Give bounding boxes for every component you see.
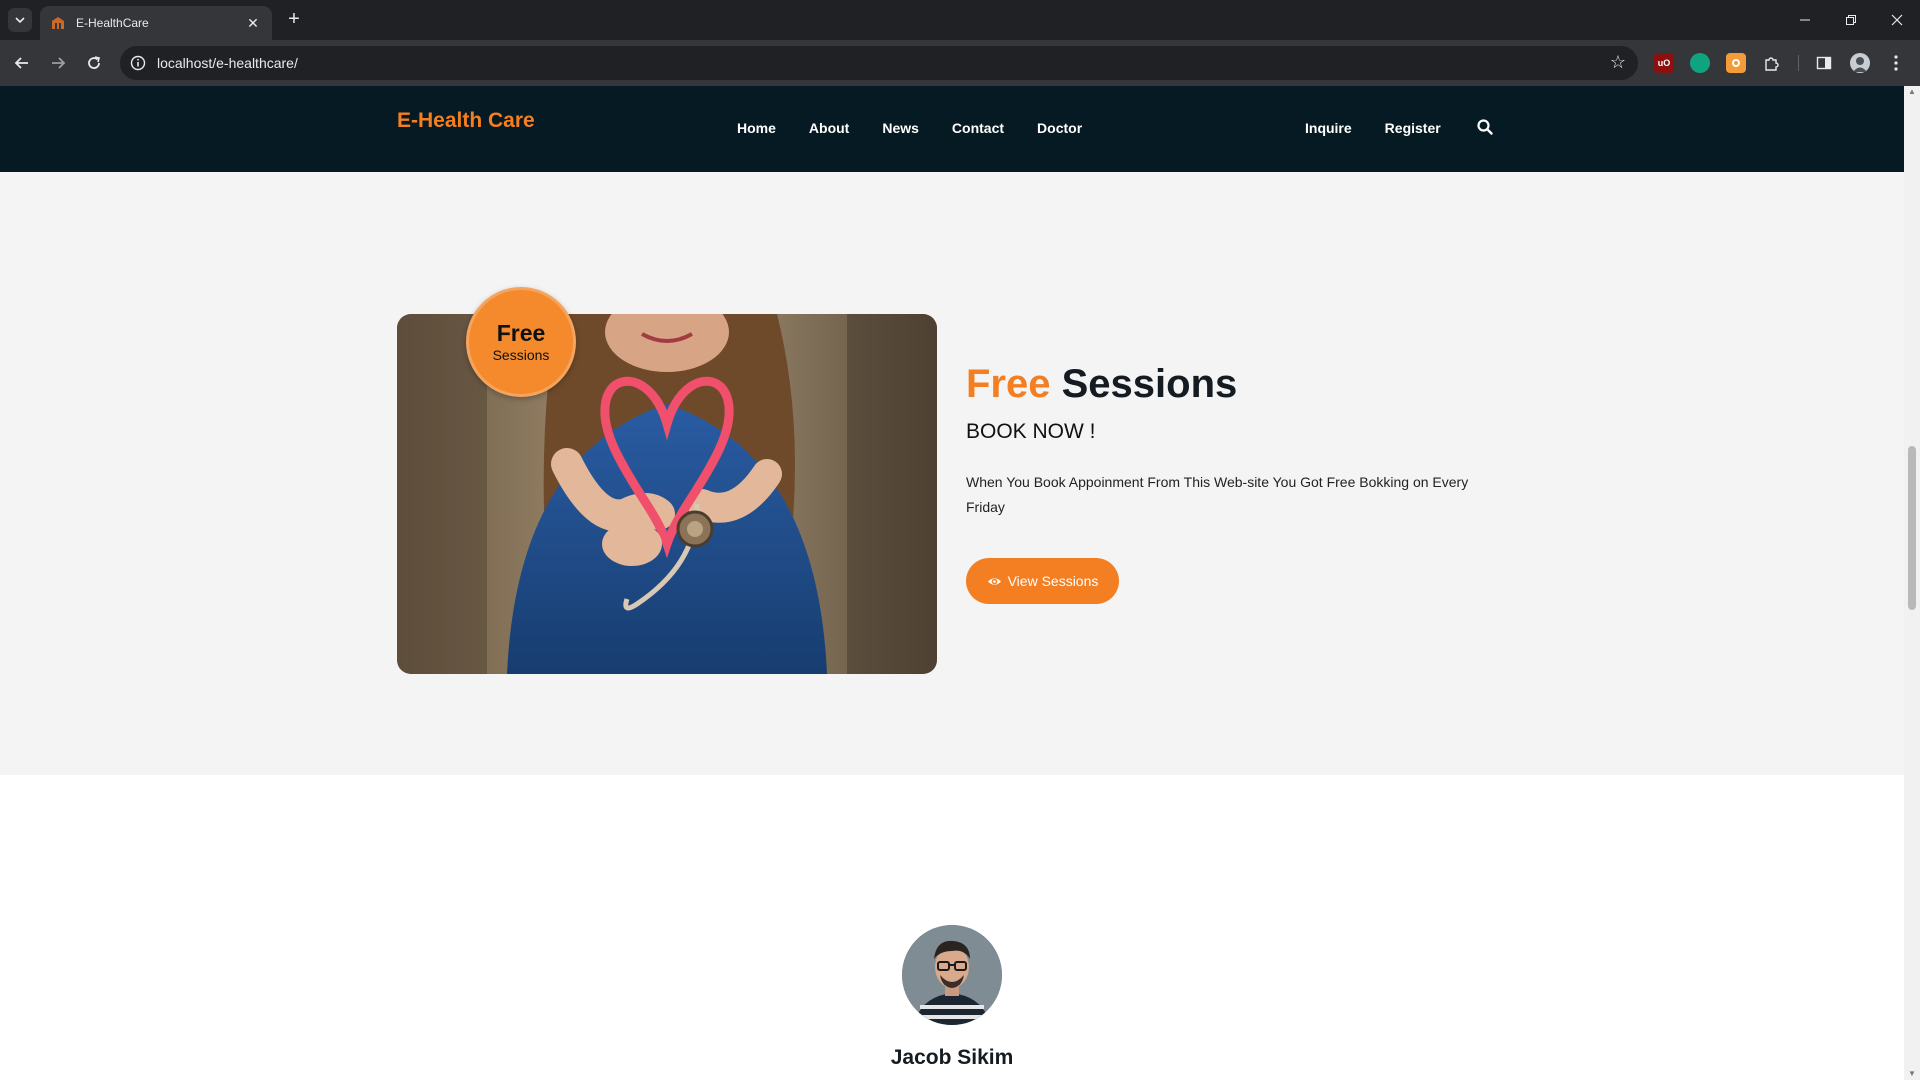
doctor-portrait-illustration (902, 925, 1002, 1025)
back-button[interactable] (8, 49, 36, 77)
arrow-left-icon (14, 57, 28, 69)
kebab-menu-icon (1894, 55, 1898, 71)
browser-tab[interactable]: E-HealthCare ✕ (40, 6, 272, 40)
restore-icon (1846, 15, 1856, 25)
nav-about[interactable]: About (809, 120, 849, 136)
badge-title: Free (496, 320, 546, 346)
info-circle-icon (130, 55, 146, 71)
eye-icon (987, 577, 1001, 585)
restore-button[interactable] (1828, 0, 1874, 40)
main-navigation: Home About News Contact Doctor (737, 120, 1082, 136)
favicon-icon (52, 17, 64, 29)
puzzle-icon[interactable] (1762, 53, 1782, 73)
scroll-down-arrow-icon[interactable]: ▼ (1908, 1070, 1916, 1078)
nav-contact[interactable]: Contact (952, 120, 1004, 136)
site-header: E-Health Care Home About News Contact Do… (0, 86, 1904, 172)
nav-news[interactable]: News (882, 120, 919, 136)
tab-title: E-HealthCare (76, 16, 149, 30)
page-scrollbar[interactable]: ▲ ▼ (1904, 86, 1920, 1080)
forward-button[interactable] (44, 49, 72, 77)
site-logo[interactable]: E-Health Care (397, 109, 535, 133)
free-sessions-badge: Free Sessions (466, 287, 576, 397)
close-tab-icon[interactable]: ✕ (244, 15, 262, 32)
scroll-up-arrow-icon[interactable]: ▲ (1908, 88, 1916, 96)
account-navigation: Inquire Register (1305, 120, 1441, 136)
url-text[interactable]: localhost/e-healthcare/ (157, 55, 298, 71)
ext-orange-icon[interactable] (1726, 53, 1746, 73)
nav-register[interactable]: Register (1385, 120, 1441, 136)
close-window-button[interactable] (1874, 0, 1920, 40)
page-viewport: E-Health Care Home About News Contact Do… (0, 86, 1904, 1080)
browser-menu-icon[interactable] (1886, 53, 1906, 73)
side-panel-glyph-icon (1816, 56, 1832, 70)
arrow-right-icon (52, 57, 66, 69)
browser-tab-bar: E-HealthCare ✕ + (0, 0, 1920, 40)
view-sessions-button[interactable]: View Sessions (966, 558, 1119, 604)
nav-inquire[interactable]: Inquire (1305, 120, 1352, 136)
minimize-icon (1800, 19, 1810, 21)
search-icon[interactable] (1476, 118, 1494, 136)
free-sessions-section: Free Sessions Free Sessions BOOK NOW ! W… (0, 172, 1904, 775)
view-sessions-label: View Sessions (1007, 573, 1099, 589)
promo-heading: Free Sessions (966, 362, 1237, 407)
extensions-puzzle-icon (1765, 57, 1779, 71)
heading-accent-word: Free (966, 362, 1051, 406)
bookmark-star-icon[interactable]: ☆ (1610, 52, 1626, 73)
site-info-icon[interactable] (128, 53, 148, 73)
tab-search-button[interactable] (8, 8, 32, 32)
scrollbar-thumb[interactable] (1908, 446, 1916, 610)
ublock-icon[interactable]: uO (1654, 53, 1674, 73)
toolbar-divider (1798, 55, 1799, 71)
badge-subtitle: Sessions (492, 347, 550, 363)
nav-doctor[interactable]: Doctor (1037, 120, 1082, 136)
doctor-name: Jacob Sikim (890, 1046, 1014, 1069)
ublock-label: uO (1657, 58, 1671, 68)
heading-rest: Sessions (1061, 362, 1238, 406)
profile-avatar-icon[interactable] (1850, 53, 1870, 73)
new-tab-button[interactable]: + (282, 8, 306, 32)
doctor-profile-section: Jacob Sikim (0, 775, 1904, 1080)
side-panel-icon[interactable] (1814, 53, 1834, 73)
close-icon (1891, 14, 1903, 26)
minimize-button[interactable] (1782, 0, 1828, 40)
profile-person-icon (1853, 57, 1867, 72)
chatgpt-icon[interactable] (1690, 53, 1710, 73)
chevron-down-icon (15, 17, 25, 24)
promo-subheading: BOOK NOW ! (966, 420, 1096, 443)
browser-toolbar: localhost/e-healthcare/ ☆ uO (0, 40, 1920, 86)
address-bar[interactable]: localhost/e-healthcare/ ☆ (120, 46, 1638, 80)
nav-home[interactable]: Home (737, 120, 776, 136)
reload-button[interactable] (80, 49, 108, 77)
ext-orange-glyph-icon (1732, 59, 1740, 67)
reload-icon (88, 56, 100, 69)
promo-description: When You Book Appoinment From This Web-s… (966, 474, 1469, 515)
window-controls (1782, 0, 1920, 40)
doctor-avatar (902, 925, 1002, 1025)
